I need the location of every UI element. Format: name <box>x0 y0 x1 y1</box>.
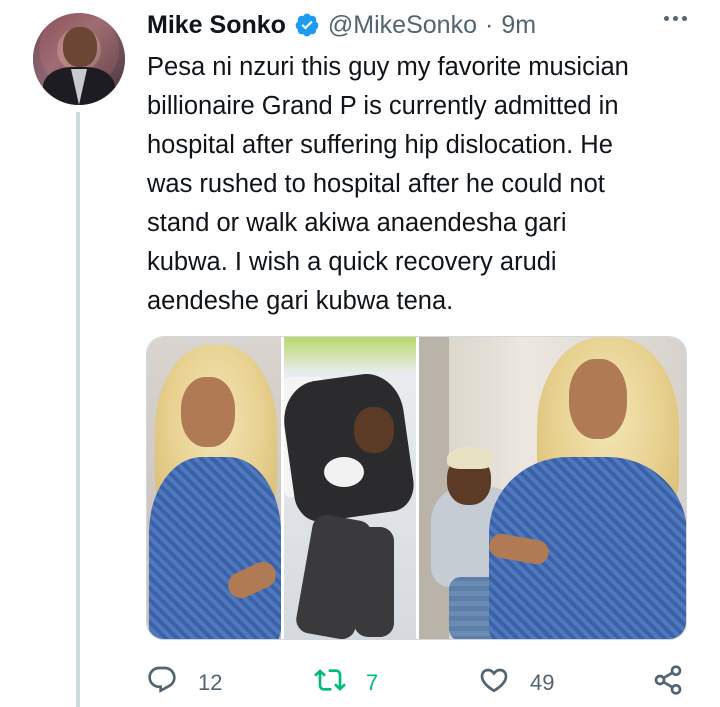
share-icon <box>652 664 684 702</box>
media-grid <box>146 336 687 640</box>
tweet-timestamp[interactable]: 9m <box>501 11 536 40</box>
reply-icon <box>146 664 178 702</box>
like-count: 49 <box>530 670 555 695</box>
thread-line <box>76 112 80 707</box>
more-options-icon[interactable] <box>664 16 687 21</box>
woman-blonde-hair-photo[interactable] <box>147 337 281 639</box>
author-handle[interactable]: @MikeSonko <box>328 11 477 40</box>
couple-photo[interactable] <box>419 337 686 639</box>
reply-count: 12 <box>198 670 223 695</box>
like-button[interactable]: 49 <box>478 664 554 702</box>
heart-icon <box>478 664 510 702</box>
retweet-icon <box>314 664 346 702</box>
author-avatar[interactable] <box>33 13 125 105</box>
man-in-hospital-bed-photo[interactable] <box>284 337 416 639</box>
author-name[interactable]: Mike Sonko <box>147 11 286 40</box>
retweet-count: 7 <box>366 670 379 695</box>
separator-dot: · <box>484 10 494 39</box>
tweet-actions: 12 7 49 <box>146 664 691 704</box>
retweet-button[interactable]: 7 <box>314 664 378 702</box>
tweet-header: Mike Sonko @MikeSonko · 9m <box>147 8 536 42</box>
share-button[interactable] <box>652 664 684 702</box>
reply-button[interactable]: 12 <box>146 664 222 702</box>
verified-badge-icon <box>294 12 320 38</box>
tweet-text: Pesa ni nzuri this guy my favorite music… <box>147 53 629 315</box>
